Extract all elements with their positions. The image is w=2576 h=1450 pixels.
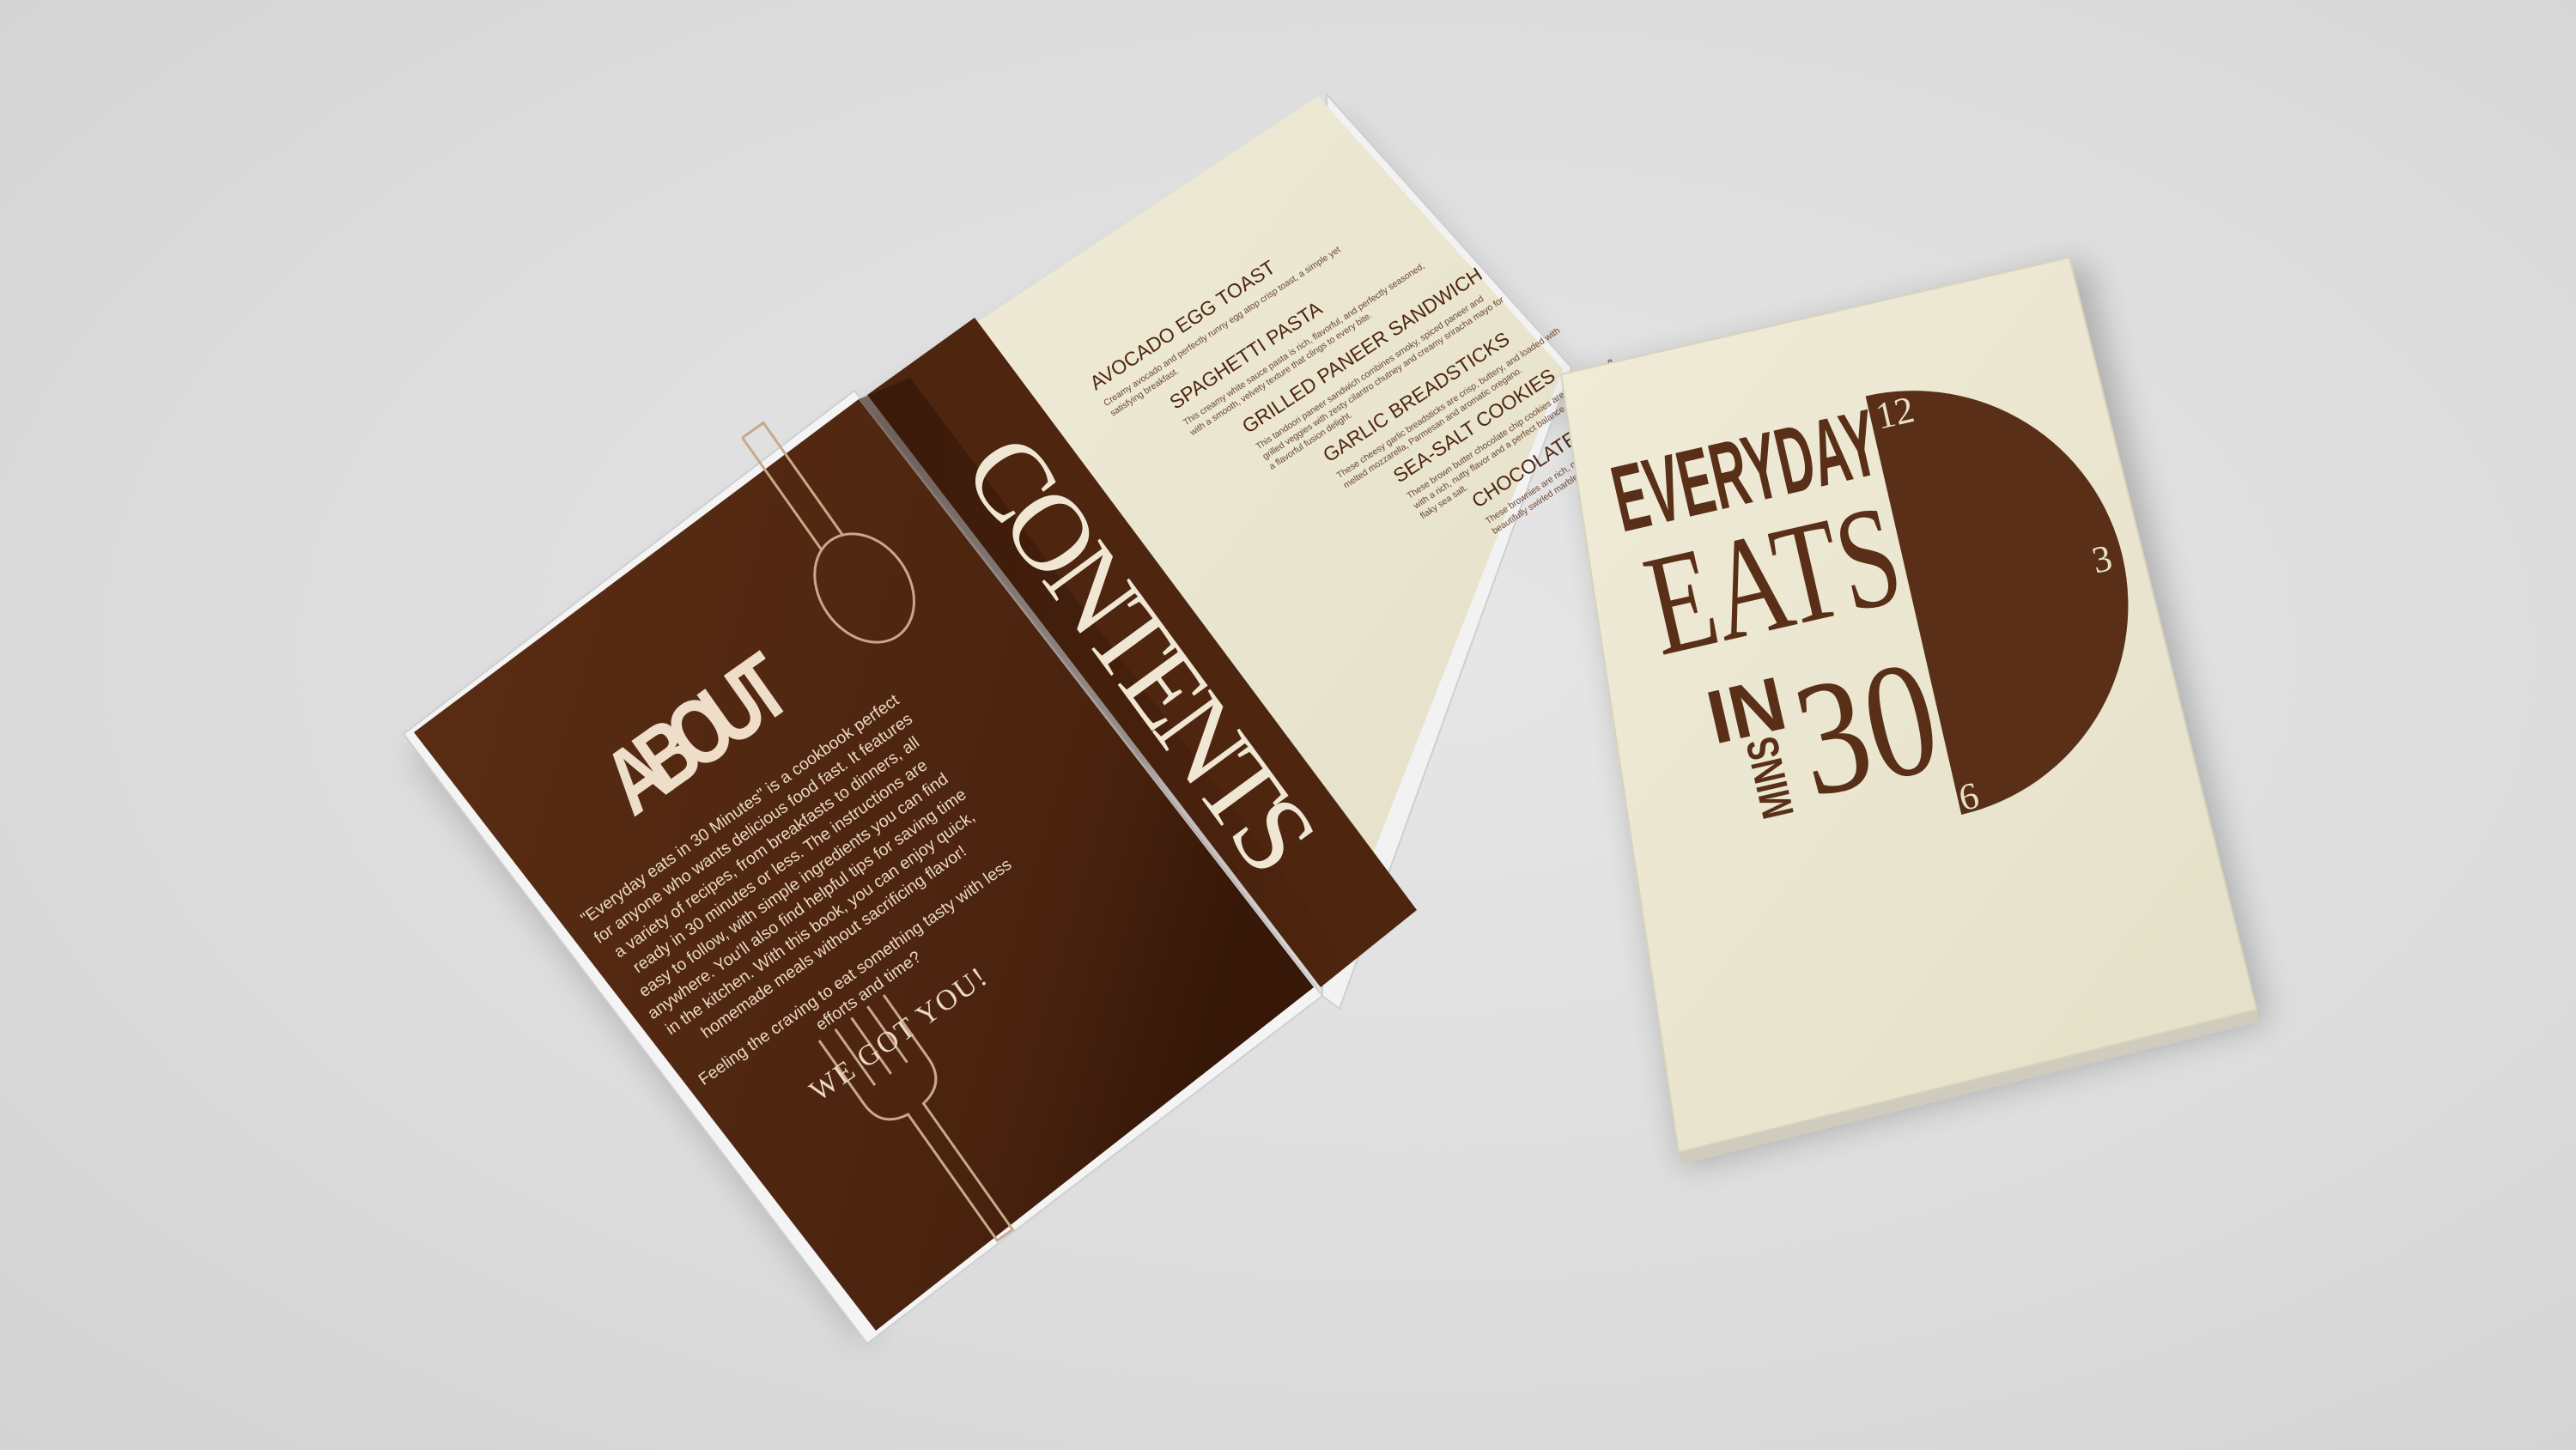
cookbook-mockup-scene: ABOUT "Everyday eats in 30 Minutes" is a…: [402, 92, 2267, 1348]
closed-book: 12 3 6 EVERYDAY EATS IN 30 MINS: [1559, 256, 2267, 1168]
open-book: ABOUT "Everyday eats in 30 Minutes" is a…: [402, 92, 1675, 1348]
